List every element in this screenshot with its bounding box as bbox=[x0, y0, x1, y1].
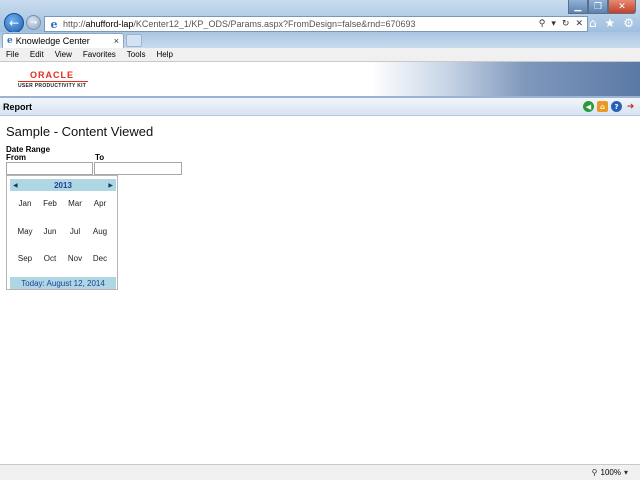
address-url[interactable]: http://ahufford-lap/KCenter12_1/KP_ODS/P… bbox=[63, 19, 539, 29]
month-dec[interactable]: Dec bbox=[88, 254, 112, 263]
minimize-button[interactable]: ▁ bbox=[568, 0, 588, 14]
maximize-button[interactable]: ❐ bbox=[588, 0, 608, 14]
title-bar: ▁ ❐ ✕ ← → e http://ahufford-lap/KCenter1… bbox=[0, 0, 640, 33]
gear-icon[interactable]: ⚙ bbox=[623, 16, 634, 30]
from-date-input[interactable] bbox=[6, 162, 93, 175]
to-label: To bbox=[95, 153, 105, 162]
refresh-icon[interactable]: ↻ bbox=[562, 19, 570, 29]
month-mar[interactable]: Mar bbox=[63, 199, 87, 208]
month-jan[interactable]: Jan bbox=[13, 199, 37, 208]
month-aug[interactable]: Aug bbox=[88, 227, 112, 236]
logo-oracle-text: ORACLE bbox=[30, 70, 74, 80]
report-title: Report bbox=[3, 101, 32, 112]
home-icon[interactable]: ⌂ bbox=[597, 101, 608, 112]
zoom-control[interactable]: ⚲ 100% ▾ bbox=[592, 468, 628, 477]
month-oct[interactable]: Oct bbox=[38, 254, 62, 263]
zoom-icon: ⚲ bbox=[591, 468, 598, 477]
to-date-input[interactable] bbox=[94, 162, 182, 175]
tab-knowledge-center[interactable]: e Knowledge Center × bbox=[2, 33, 124, 48]
menu-bar: File Edit View Favorites Tools Help bbox=[0, 48, 640, 62]
exit-icon[interactable]: ➜ bbox=[625, 101, 636, 112]
month-sep[interactable]: Sep bbox=[13, 254, 37, 263]
logo-upk-text: USER PRODUCTIVITY KIT bbox=[18, 83, 87, 89]
report-toolbar: Report ◀ ⌂ ? ➜ bbox=[0, 96, 640, 116]
calendar-year[interactable]: 2013 bbox=[54, 181, 72, 190]
back-icon[interactable]: ◀ bbox=[583, 101, 594, 112]
close-window-button[interactable]: ✕ bbox=[608, 0, 636, 14]
calendar-today-link[interactable]: Today: August 12, 2014 bbox=[10, 277, 116, 289]
address-bar[interactable]: e http://ahufford-lap/KCenter12_1/KP_ODS… bbox=[44, 16, 588, 32]
zoom-dropdown-icon[interactable]: ▾ bbox=[624, 468, 628, 477]
month-apr[interactable]: Apr bbox=[88, 199, 112, 208]
logo-divider bbox=[18, 81, 88, 82]
month-nov[interactable]: Nov bbox=[63, 254, 87, 263]
report-actions: ◀ ⌂ ? ➜ bbox=[583, 101, 636, 112]
new-tab-button[interactable] bbox=[126, 34, 142, 47]
ie-page-icon: e bbox=[50, 17, 58, 31]
tab-strip: e Knowledge Center × bbox=[0, 32, 640, 48]
tab-label: Knowledge Center bbox=[15, 36, 90, 46]
menu-tools[interactable]: Tools bbox=[127, 50, 146, 59]
url-prefix: http:// bbox=[63, 19, 86, 29]
help-icon[interactable]: ? bbox=[611, 101, 622, 112]
home-icon[interactable]: ⌂ bbox=[589, 16, 597, 30]
stop-icon[interactable]: ✕ bbox=[575, 19, 583, 29]
tab-close-icon[interactable]: × bbox=[114, 36, 119, 46]
url-host: ahufford-lap bbox=[85, 19, 134, 29]
oracle-upk-logo: ORACLE USER PRODUCTIVITY KIT bbox=[18, 70, 98, 89]
menu-favorites[interactable]: Favorites bbox=[83, 50, 116, 59]
zoom-level: 100% bbox=[600, 468, 621, 477]
window-controls: ▁ ❐ ✕ bbox=[568, 0, 636, 14]
browser-tool-icons: ⌂ ★ ⚙ bbox=[589, 16, 634, 30]
menu-file[interactable]: File bbox=[6, 50, 19, 59]
menu-edit[interactable]: Edit bbox=[30, 50, 44, 59]
back-arrow-icon[interactable]: ← bbox=[4, 13, 24, 33]
search-icon[interactable]: ⚲ bbox=[539, 19, 546, 29]
star-icon[interactable]: ★ bbox=[604, 16, 615, 30]
status-bar: ⚲ 100% ▾ bbox=[0, 464, 640, 480]
menu-help[interactable]: Help bbox=[156, 50, 172, 59]
browser-window: ▁ ❐ ✕ ← → e http://ahufford-lap/KCenter1… bbox=[0, 0, 640, 480]
dropdown-arrow-icon[interactable]: ▾ bbox=[551, 19, 556, 29]
url-path: /KCenter12_1/KP_ODS/Params.aspx?FromDesi… bbox=[133, 19, 416, 29]
from-label: From bbox=[6, 153, 26, 162]
calendar-header: ◀ 2013 ▶ bbox=[10, 179, 116, 191]
address-tools: ⚲ ▾ ↻ ✕ bbox=[539, 19, 583, 29]
month-picker-popup: ◀ 2013 ▶ Jan Feb Mar Apr May Jun Jul Aug… bbox=[6, 175, 118, 290]
month-jul[interactable]: Jul bbox=[63, 227, 87, 236]
page-banner: ORACLE USER PRODUCTIVITY KIT bbox=[0, 62, 640, 96]
month-may[interactable]: May bbox=[13, 227, 37, 236]
menu-view[interactable]: View bbox=[55, 50, 72, 59]
page-title: Sample - Content Viewed bbox=[6, 124, 154, 139]
forward-arrow-icon[interactable]: → bbox=[26, 15, 41, 30]
previous-year-icon[interactable]: ◀ bbox=[13, 182, 18, 189]
month-feb[interactable]: Feb bbox=[38, 199, 62, 208]
next-year-icon[interactable]: ▶ bbox=[108, 182, 113, 189]
month-jun[interactable]: Jun bbox=[38, 227, 62, 236]
ie-tab-icon: e bbox=[7, 36, 13, 46]
